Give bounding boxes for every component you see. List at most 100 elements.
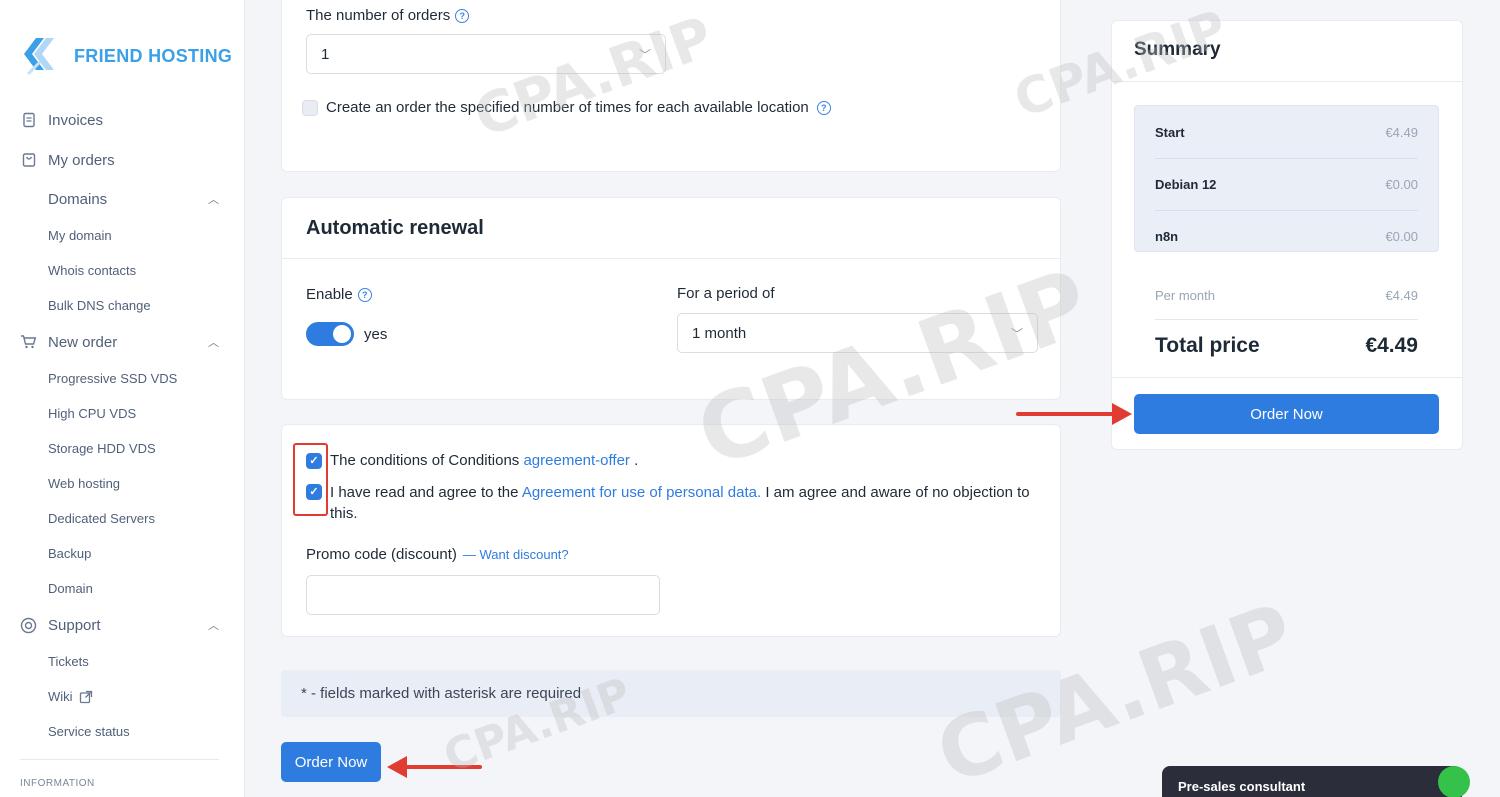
- toggle-knob: [333, 325, 351, 343]
- sidebar-group-label: Support: [48, 616, 101, 634]
- chevron-down-icon: ﹀: [1010, 326, 1023, 341]
- agreement-card: ✓ The conditions of Conditions agreement…: [281, 424, 1061, 637]
- chevron-down-icon: ﹀: [638, 47, 651, 62]
- sidebar-group-label: New order: [48, 333, 118, 351]
- conditions-text: The conditions of Conditions agreement-o…: [330, 452, 638, 469]
- summary-item-name: n8n: [1155, 229, 1179, 244]
- personal-data-text: I have read and agree to the Agreement f…: [330, 482, 1030, 524]
- brand-name: FRIEND HOSTING: [74, 45, 233, 66]
- agreement-offer-link[interactable]: agreement-offer: [523, 452, 629, 469]
- external-link-icon: [79, 690, 93, 704]
- renewal-period-value: 1 month: [692, 324, 747, 342]
- promo-label-row: Promo code (discount) — Want discount?: [306, 546, 569, 563]
- sidebar-item-ssd-vds[interactable]: Progressive SSD VDS: [0, 361, 245, 396]
- sidebar-item-label: Invoices: [48, 111, 104, 129]
- summary-bottom-divider: [1112, 377, 1462, 378]
- sidebar-item-hdd-vds[interactable]: Storage HDD VDS: [0, 431, 245, 466]
- renewal-card: Automatic renewal Enable ? yes For a per…: [281, 197, 1061, 400]
- sidebar-item-bulk-dns[interactable]: Bulk DNS change: [0, 288, 245, 323]
- conditions-prefix: The conditions of Conditions: [330, 452, 520, 469]
- sidebar-item-domain[interactable]: Domain: [0, 571, 245, 606]
- sidebar-item-my-domain[interactable]: My domain: [0, 218, 245, 253]
- summary-item: Start €4.49: [1155, 106, 1418, 158]
- lifebuoy-icon: [20, 617, 38, 634]
- per-month-row: Per month €4.49: [1155, 288, 1418, 320]
- chevron-up-icon: ︿: [208, 620, 219, 632]
- personal-data-link[interactable]: Agreement for use of personal data.: [522, 484, 761, 501]
- each-location-checkbox[interactable]: [302, 99, 318, 116]
- personal-suffix: I am agree and aware of no objection to: [765, 484, 1030, 501]
- sidebar-item-wiki[interactable]: Wiki: [0, 679, 245, 714]
- summary-item: n8n €0.00: [1155, 210, 1418, 262]
- order-now-button[interactable]: Order Now: [281, 742, 381, 782]
- sidebar-divider: [20, 759, 219, 760]
- orders-count-label-text: The number of orders: [306, 7, 451, 24]
- annotation-arrowhead-order: [387, 756, 407, 778]
- renewal-period-label: For a period of: [677, 285, 775, 302]
- personal-data-row: ✓ I have read and agree to the Agreement…: [306, 482, 1046, 524]
- chevron-up-icon: ︿: [208, 194, 219, 206]
- summary-order-now-button[interactable]: Order Now: [1134, 394, 1439, 434]
- orders-count-value: 1: [321, 45, 330, 63]
- summary-divider: [1112, 81, 1462, 82]
- promo-code-input[interactable]: [306, 575, 660, 615]
- renewal-toggle-value: yes: [364, 325, 388, 343]
- logo[interactable]: FRIEND HOSTING: [22, 34, 232, 78]
- sidebar-item-whois-contacts[interactable]: Whois contacts: [0, 253, 245, 288]
- sidebar-item-backup[interactable]: Backup: [0, 536, 245, 571]
- consultant-label: Pre-sales consultant: [1178, 779, 1306, 794]
- renewal-period-select[interactable]: 1 month ﹀: [677, 313, 1038, 353]
- sidebar-group-label: Domains: [48, 190, 108, 208]
- summary-item-price: €4.49: [1385, 124, 1418, 140]
- each-location-label: Create an order the specified number of …: [326, 99, 809, 116]
- orders-card: The number of orders ? 1 ﹀ Create an ord…: [281, 0, 1061, 172]
- renewal-title: Automatic renewal: [306, 217, 484, 239]
- conditions-suffix: .: [634, 452, 639, 469]
- sidebar-group-domains[interactable]: Domains ︿: [0, 180, 245, 218]
- sidebar-section-information: INFORMATION: [20, 778, 95, 789]
- help-icon[interactable]: ?: [455, 8, 470, 23]
- total-price-value: €4.49: [1365, 334, 1418, 357]
- summary-item: Debian 12 €0.00: [1155, 158, 1418, 210]
- promo-label: Promo code (discount): [306, 546, 457, 563]
- renewal-toggle-row: yes: [306, 322, 387, 346]
- sidebar-item-invoices[interactable]: Invoices: [0, 100, 245, 140]
- orders-count-select[interactable]: 1 ﹀: [306, 34, 666, 74]
- annotation-arrowhead-summary: [1112, 403, 1132, 425]
- per-month-label: Per month: [1155, 288, 1215, 303]
- each-location-option[interactable]: Create an order the specified number of …: [302, 99, 831, 116]
- summary-title: Summary: [1134, 39, 1221, 60]
- summary-item-price: €0.00: [1385, 229, 1418, 244]
- online-status-icon: [1438, 766, 1470, 797]
- help-icon[interactable]: ?: [357, 287, 372, 302]
- sidebar-group-support[interactable]: Support ︿: [0, 606, 245, 644]
- renewal-divider: [282, 258, 1060, 259]
- help-icon[interactable]: ?: [816, 100, 831, 115]
- presales-consultant-widget[interactable]: Pre-sales consultant: [1162, 766, 1470, 797]
- sidebar-nav: Invoices My orders Domains ︿ My domain W…: [0, 100, 245, 789]
- cart-icon: [20, 334, 38, 350]
- personal-suffix-2: this.: [330, 505, 358, 522]
- annotation-arrow-order: [404, 765, 482, 769]
- sidebar-item-tickets[interactable]: Tickets: [0, 644, 245, 679]
- document-icon: [20, 111, 38, 129]
- sidebar-item-web-hosting[interactable]: Web hosting: [0, 466, 245, 501]
- renewal-toggle[interactable]: [306, 322, 354, 346]
- sidebar-group-new-order[interactable]: New order ︿: [0, 323, 245, 361]
- summary-item-name: Start: [1155, 124, 1185, 140]
- conditions-row: ✓ The conditions of Conditions agreement…: [306, 452, 638, 469]
- sidebar-item-dedicated[interactable]: Dedicated Servers: [0, 501, 245, 536]
- sidebar-item-my-orders[interactable]: My orders: [0, 140, 245, 180]
- annotation-arrow-summary: [1016, 412, 1116, 416]
- want-discount-link[interactable]: — Want discount?: [463, 547, 569, 562]
- bag-icon: [20, 151, 38, 169]
- renewal-enable-label: Enable ?: [306, 286, 372, 303]
- sidebar-item-service-status[interactable]: Service status: [0, 714, 245, 749]
- per-month-value: €4.49: [1385, 288, 1418, 303]
- annotation-checkbox-highlight: [293, 443, 328, 516]
- summary-item-price: €0.00: [1385, 177, 1418, 192]
- required-note: * - fields marked with asterisk are requ…: [281, 670, 1061, 717]
- sidebar-item-cpu-vds[interactable]: High CPU VDS: [0, 396, 245, 431]
- chevron-up-icon: ︿: [208, 337, 219, 349]
- sidebar-item-label: My orders: [48, 151, 115, 169]
